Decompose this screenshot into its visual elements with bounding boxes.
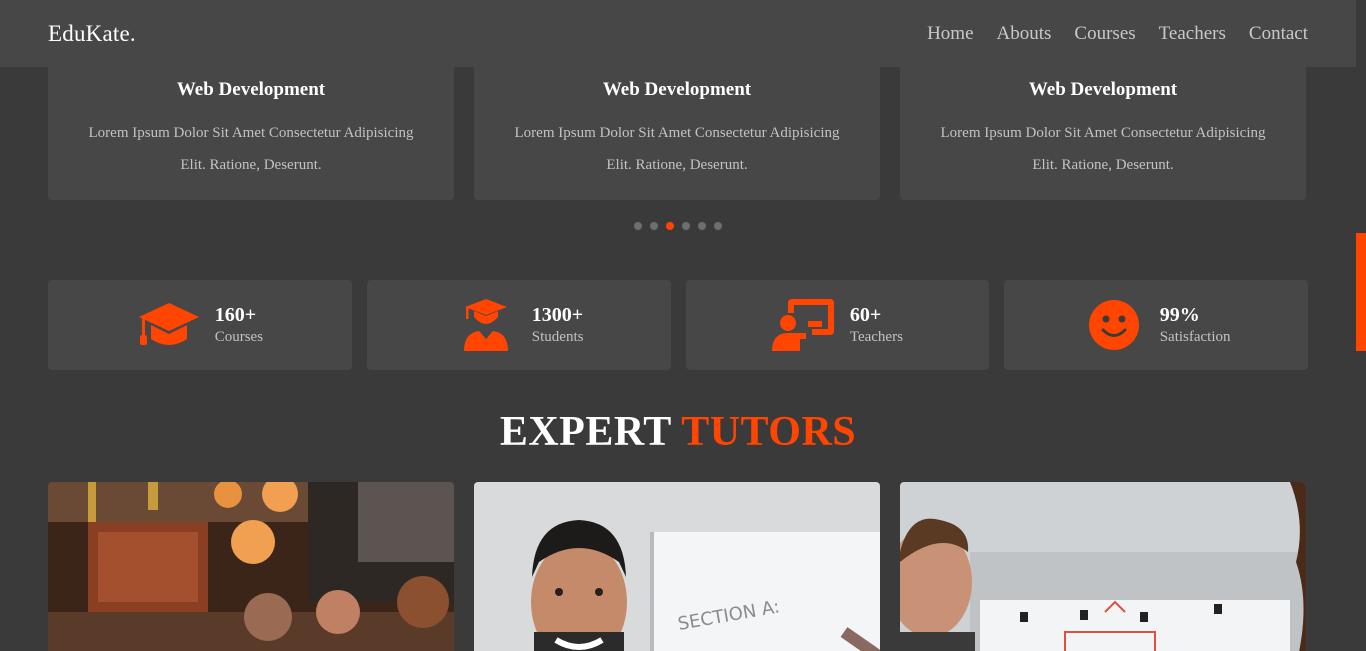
carousel-pagination bbox=[634, 222, 722, 230]
stat-label: Teachers bbox=[849, 329, 903, 345]
student-icon bbox=[454, 299, 518, 351]
carousel-dot[interactable] bbox=[698, 222, 706, 230]
nav-abouts-link[interactable]: Abouts bbox=[997, 23, 1052, 45]
stat-value: 99% bbox=[1159, 304, 1200, 326]
section-title-white: EXPERT bbox=[499, 409, 671, 455]
course-description: Lorem Ipsum Dolor Sit Amet Consectetur A… bbox=[88, 125, 414, 173]
stat-value: 160+ bbox=[214, 304, 257, 326]
site-header: EduKate. Home Abouts Courses Teachers Co… bbox=[0, 0, 1356, 67]
tutor-photo[interactable] bbox=[900, 482, 1306, 651]
tutors-grid: SECTION A: bbox=[48, 482, 1308, 651]
scrollbar-thumb[interactable] bbox=[1356, 233, 1366, 351]
stat-courses: 160+ Courses bbox=[48, 280, 352, 370]
stat-teachers: 60+ Teachers bbox=[685, 280, 990, 370]
course-description: Lorem Ipsum Dolor Sit Amet Consectetur A… bbox=[514, 125, 840, 173]
stat-label: Students bbox=[531, 329, 584, 345]
carousel-dot[interactable] bbox=[634, 222, 642, 230]
stat-label: Satisfaction bbox=[1159, 329, 1231, 345]
carousel-dot[interactable] bbox=[682, 222, 690, 230]
stats-row: 160+ Courses 1300+ Students 60+ Teachers… bbox=[48, 280, 1308, 370]
section-title: EXPERT TUTORS bbox=[0, 408, 1356, 456]
smile-icon bbox=[1082, 299, 1146, 351]
tutor-photo[interactable]: SECTION A: bbox=[474, 482, 880, 651]
nav-courses-link[interactable]: Courses bbox=[1074, 23, 1135, 45]
course-title: Web Development bbox=[176, 79, 326, 100]
graduation-cap-icon bbox=[137, 299, 201, 351]
nav-contact-link[interactable]: Contact bbox=[1249, 23, 1308, 45]
stat-satisfaction: 99% Satisfaction bbox=[1004, 280, 1308, 370]
stat-value: 1300+ bbox=[531, 304, 584, 326]
stat-value: 60+ bbox=[849, 304, 882, 326]
teacher-icon bbox=[771, 299, 836, 351]
section-title-orange: TUTORS bbox=[681, 409, 857, 455]
stat-label: Courses bbox=[214, 329, 264, 345]
course-title: Web Development bbox=[602, 79, 752, 100]
course-description: Lorem Ipsum Dolor Sit Amet Consectetur A… bbox=[940, 125, 1266, 173]
carousel-dot[interactable] bbox=[714, 222, 722, 230]
main-nav: Home Abouts Courses Teachers Contact bbox=[927, 23, 1308, 45]
nav-home-link[interactable]: Home bbox=[927, 23, 973, 45]
carousel-dot[interactable] bbox=[666, 222, 674, 230]
site-logo[interactable]: EduKate. bbox=[48, 21, 136, 47]
carousel-dot[interactable] bbox=[650, 222, 658, 230]
nav-teachers-link[interactable]: Teachers bbox=[1159, 23, 1226, 45]
course-title: Web Development bbox=[1028, 79, 1178, 100]
tutor-photo[interactable] bbox=[48, 482, 454, 651]
stat-students: 1300+ Students bbox=[366, 280, 671, 370]
